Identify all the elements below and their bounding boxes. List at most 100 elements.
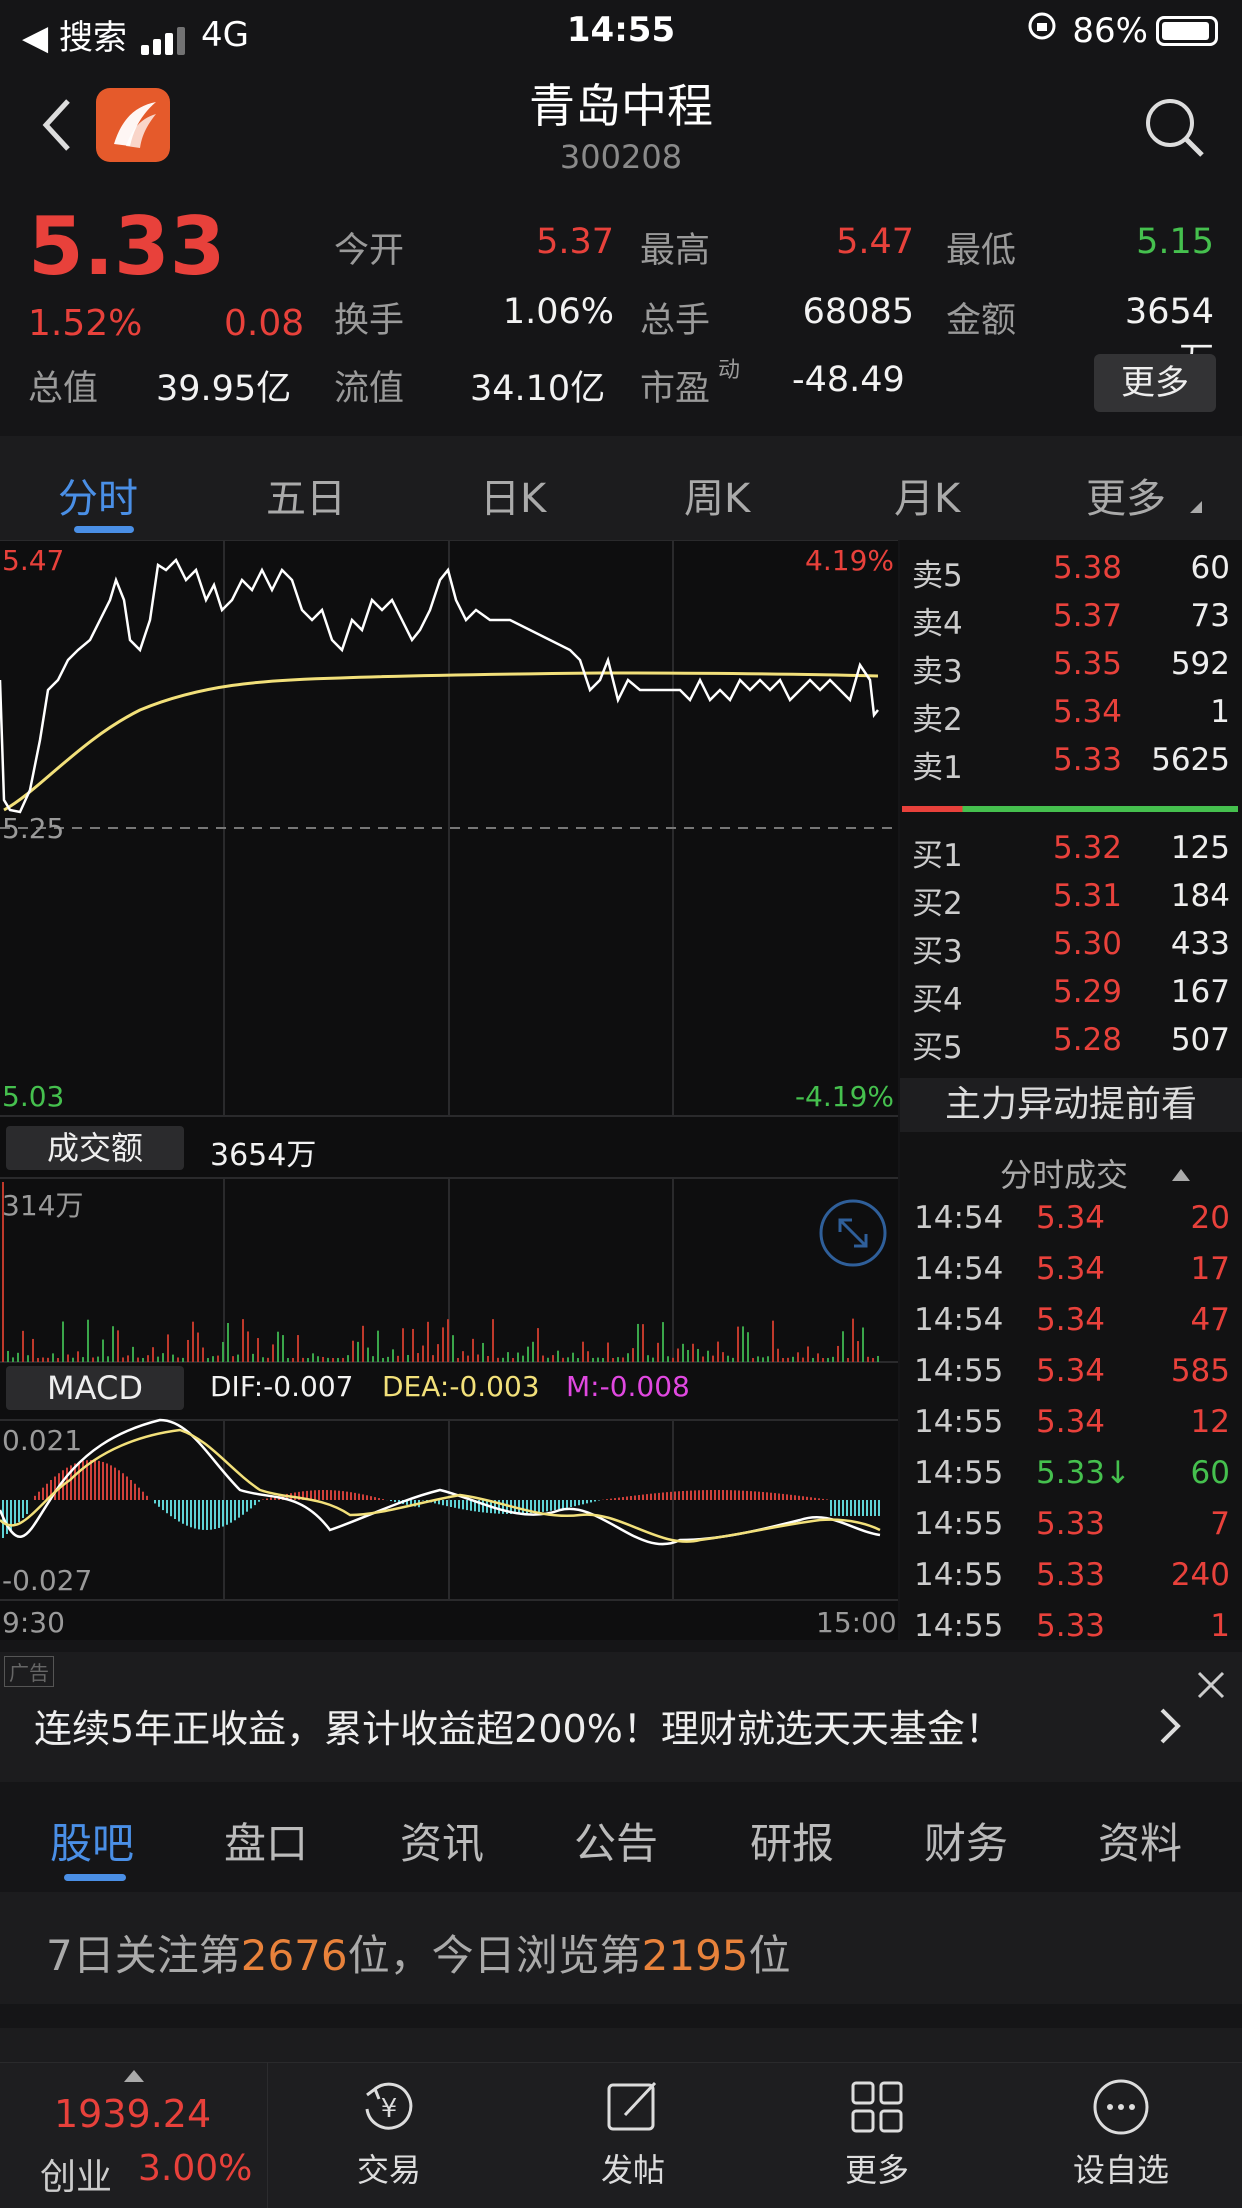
- macd-bar: [802, 1496, 804, 1500]
- volume-bar: [502, 1357, 504, 1362]
- ad-arrow-icon[interactable]: [1158, 1706, 1182, 1750]
- more-quote-button[interactable]: 更多: [1094, 354, 1216, 412]
- trades-sort-icon[interactable]: [1172, 1166, 1190, 1185]
- volume-bar: [137, 1357, 139, 1362]
- trade-button[interactable]: ¥ 交易: [304, 2075, 474, 2191]
- status-bar: ◀ 搜索 4G 14:55 86%: [0, 0, 1242, 62]
- tab-intraday[interactable]: 分时: [58, 466, 138, 524]
- volume-bar: [742, 1326, 744, 1362]
- info-tab[interactable]: 财务: [924, 1810, 1008, 1871]
- volume-bar: [332, 1358, 334, 1362]
- macd-bar: [106, 1463, 108, 1500]
- volume-bar: [747, 1332, 749, 1362]
- macd-bar: [26, 1500, 28, 1514]
- volume-bar: [467, 1355, 469, 1362]
- volume-bar: [537, 1328, 539, 1362]
- macd-bar: [538, 1500, 540, 1513]
- volume-bar: [787, 1357, 789, 1362]
- macd-bar: [258, 1500, 260, 1502]
- expand-icon[interactable]: [818, 1198, 888, 1272]
- macd-bar: [562, 1500, 564, 1509]
- macd-bar: [14, 1500, 16, 1526]
- trade-vol: 47: [1190, 1302, 1230, 1338]
- ad-text[interactable]: 连续5年正收益，累计收益超200%！理财就选天天基金！: [34, 1698, 1003, 1753]
- trade-row: 14:55 5.33↓ 60: [914, 1455, 1230, 1503]
- tab-monthly-k[interactable]: 月K: [894, 466, 960, 524]
- volume-bar: [127, 1355, 129, 1362]
- tab-five-day[interactable]: 五日: [266, 466, 346, 524]
- macd-bar: [350, 1492, 352, 1500]
- macd-bar: [670, 1491, 672, 1500]
- volume-bar: [512, 1357, 514, 1362]
- bid-price: 5.32: [1052, 830, 1122, 866]
- macd-bar: [214, 1500, 216, 1530]
- tab-daily-k[interactable]: 日K: [480, 466, 546, 524]
- ad-close-icon[interactable]: [1196, 1670, 1226, 1704]
- volume-bar: [177, 1357, 179, 1362]
- bid-label: 买4: [912, 982, 963, 1018]
- add-watchlist-button[interactable]: 设自选: [1036, 2075, 1206, 2191]
- tab-weekly-k[interactable]: 周K: [684, 466, 750, 524]
- info-tab[interactable]: 股吧: [50, 1810, 134, 1871]
- macd-bar: [814, 1497, 816, 1500]
- volume-bar: [817, 1353, 819, 1362]
- volume-bar: [97, 1356, 99, 1362]
- macd-bar: [762, 1491, 764, 1500]
- macd-bar: [374, 1497, 376, 1500]
- trade-row: 14:55 5.33 7: [914, 1506, 1230, 1554]
- macd-bar: [198, 1500, 200, 1530]
- info-tab[interactable]: 公告: [574, 1810, 658, 1871]
- ask-label: 卖3: [912, 654, 963, 690]
- trade-vol: 7: [1210, 1506, 1230, 1542]
- info-tab[interactable]: 研报: [750, 1810, 834, 1871]
- macd-bar: [626, 1496, 628, 1500]
- volume-bar: [72, 1357, 74, 1362]
- info-tab[interactable]: 盘口: [224, 1810, 308, 1871]
- volume-bar: [317, 1356, 319, 1362]
- info-tab[interactable]: 资料: [1098, 1810, 1182, 1871]
- volume-bar: [472, 1338, 474, 1362]
- tab-active-indicator: [74, 526, 134, 533]
- macd-badge[interactable]: MACD: [6, 1366, 184, 1410]
- macd-bar: [686, 1490, 688, 1500]
- volume-bar: [647, 1355, 649, 1362]
- more-button[interactable]: 更多: [792, 2075, 962, 2191]
- total-value: 39.95亿: [156, 369, 292, 409]
- macd-bar: [694, 1490, 696, 1500]
- tab-more[interactable]: 更多: [1086, 466, 1166, 524]
- macd-bar: [218, 1500, 220, 1528]
- macd-bar: [674, 1491, 676, 1500]
- stock-code: 300208: [559, 138, 683, 176]
- trade-vol: 585: [1170, 1353, 1230, 1389]
- trade-vol: 17: [1190, 1251, 1230, 1287]
- grid-icon: [851, 2081, 903, 2133]
- macd-bar: [166, 1500, 168, 1514]
- main-force-banner[interactable]: 主力异动提前看: [900, 1078, 1242, 1132]
- volume-bar: [47, 1357, 49, 1362]
- trade-price: 5.34: [1036, 1200, 1106, 1236]
- volume-bar: [602, 1357, 604, 1362]
- volume-bar: [447, 1319, 449, 1362]
- index-ticker[interactable]: 1939.24 创业 3.00%: [0, 2062, 268, 2208]
- trades-title[interactable]: 分时成交: [1000, 1150, 1128, 1196]
- ad-tag: 广告: [4, 1656, 54, 1687]
- rank-follow: 2676: [240, 1931, 348, 1980]
- macd-bar: [878, 1500, 880, 1516]
- search-icon[interactable]: [1142, 95, 1208, 161]
- trade-price: 5.34: [1036, 1251, 1106, 1287]
- macd-bar: [450, 1500, 452, 1507]
- volume-badge[interactable]: 成交额: [6, 1126, 184, 1170]
- volume-bar: [322, 1356, 324, 1362]
- post-button[interactable]: 发帖: [548, 2075, 718, 2191]
- volume-bar: [437, 1344, 439, 1362]
- macd-bar: [578, 1500, 580, 1506]
- macd-bar: [698, 1490, 700, 1500]
- info-tab[interactable]: 资讯: [400, 1810, 484, 1871]
- macd-bottom-label: -0.027: [2, 1564, 93, 1597]
- trade-time: 14:55: [914, 1455, 1004, 1491]
- info-tab-indicator: [64, 1874, 126, 1881]
- macd-bar: [34, 1495, 36, 1500]
- volume-bar: [382, 1357, 384, 1362]
- macd-bar: [634, 1495, 636, 1500]
- macd-bar: [758, 1491, 760, 1500]
